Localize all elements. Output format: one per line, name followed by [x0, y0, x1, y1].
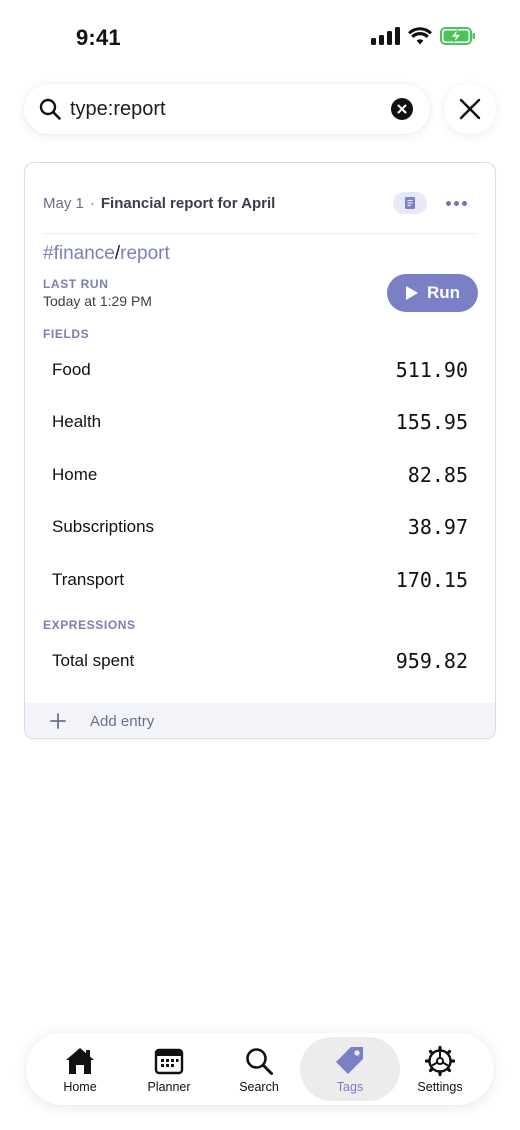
add-entry-button[interactable]: Add entry — [25, 703, 495, 738]
calendar-icon — [154, 1048, 184, 1075]
search-icon — [246, 1048, 273, 1075]
tag-path: #finance/report — [43, 243, 170, 265]
tab-label: Tags — [336, 1080, 364, 1094]
last-run-label: LAST RUN — [43, 277, 109, 291]
add-entry-label: Add entry — [90, 713, 155, 730]
close-search-button[interactable] — [444, 84, 496, 134]
tag-report-link[interactable]: report — [120, 243, 170, 264]
more-options-button[interactable] — [439, 191, 473, 215]
expressions-label: EXPRESSIONS — [43, 618, 136, 632]
entry-title: Financial report for April — [100, 194, 276, 212]
close-icon — [459, 98, 481, 120]
report-card[interactable]: May 1 · Financial report for April #fina… — [24, 162, 496, 739]
entry-date: May 1 — [43, 194, 84, 212]
more-dot-icon — [461, 200, 467, 206]
report-type-badge — [393, 192, 427, 214]
tab-label: Search — [239, 1080, 279, 1094]
last-run-value: Today at 1:29 PM — [43, 293, 152, 309]
field-name: Subscriptions — [52, 517, 155, 536]
expression-row[interactable]: Total spent 959.82 — [52, 646, 468, 676]
status-bar: 9:41 — [0, 0, 520, 74]
field-row[interactable]: Subscriptions 38.97 — [52, 512, 468, 542]
wifi-icon — [408, 27, 432, 45]
divider — [43, 233, 477, 234]
tag-icon — [336, 1047, 363, 1074]
search-input[interactable] — [70, 94, 370, 124]
cellular-signal-icon — [371, 27, 400, 45]
tab-planner[interactable]: Planner — [125, 1037, 213, 1101]
more-dot-icon — [453, 200, 459, 206]
gear-icon — [424, 1045, 456, 1077]
tab-search[interactable]: Search — [215, 1037, 303, 1101]
tab-label: Settings — [417, 1080, 463, 1094]
field-name: Transport — [52, 570, 125, 589]
field-row[interactable]: Home 82.85 — [52, 460, 468, 490]
status-time: 9:41 — [76, 25, 121, 50]
clear-icon — [397, 104, 407, 114]
tab-settings[interactable]: Settings — [396, 1037, 484, 1101]
status-icons — [371, 27, 476, 45]
tab-home[interactable]: Home — [36, 1037, 124, 1101]
plus-icon — [50, 713, 66, 729]
expression-name: Total spent — [52, 651, 135, 670]
tab-label: Home — [63, 1080, 97, 1094]
more-dot-icon — [445, 200, 451, 206]
field-value: 82.85 — [407, 463, 468, 487]
search-bar[interactable] — [24, 84, 430, 134]
field-row[interactable]: Food 511.90 — [52, 355, 468, 385]
play-icon — [405, 286, 418, 300]
tab-tags[interactable]: Tags — [300, 1037, 400, 1101]
field-row[interactable]: Health 155.95 — [52, 407, 468, 437]
tag-finance-link[interactable]: #finance — [43, 243, 115, 264]
tab-label: Planner — [147, 1080, 191, 1094]
field-name: Home — [52, 465, 98, 484]
field-row[interactable]: Transport 170.15 — [52, 565, 468, 595]
header-separator: · — [89, 194, 95, 212]
search-icon — [39, 98, 61, 120]
document-icon — [405, 197, 415, 209]
run-button[interactable]: Run — [387, 274, 478, 312]
run-button-label: Run — [426, 283, 461, 302]
field-name: Food — [52, 360, 91, 379]
field-value: 38.97 — [407, 515, 468, 539]
field-value: 170.15 — [395, 568, 468, 592]
fields-label: FIELDS — [43, 327, 90, 341]
field-value: 155.95 — [395, 410, 468, 434]
home-icon — [66, 1048, 94, 1074]
field-name: Health — [52, 412, 102, 431]
tab-bar: Home Planner Search Tags Settings — [26, 1033, 494, 1105]
field-value: 511.90 — [395, 358, 468, 382]
expression-value: 959.82 — [395, 649, 468, 673]
clear-search-button[interactable] — [391, 98, 413, 120]
battery-charging-icon — [440, 27, 475, 45]
